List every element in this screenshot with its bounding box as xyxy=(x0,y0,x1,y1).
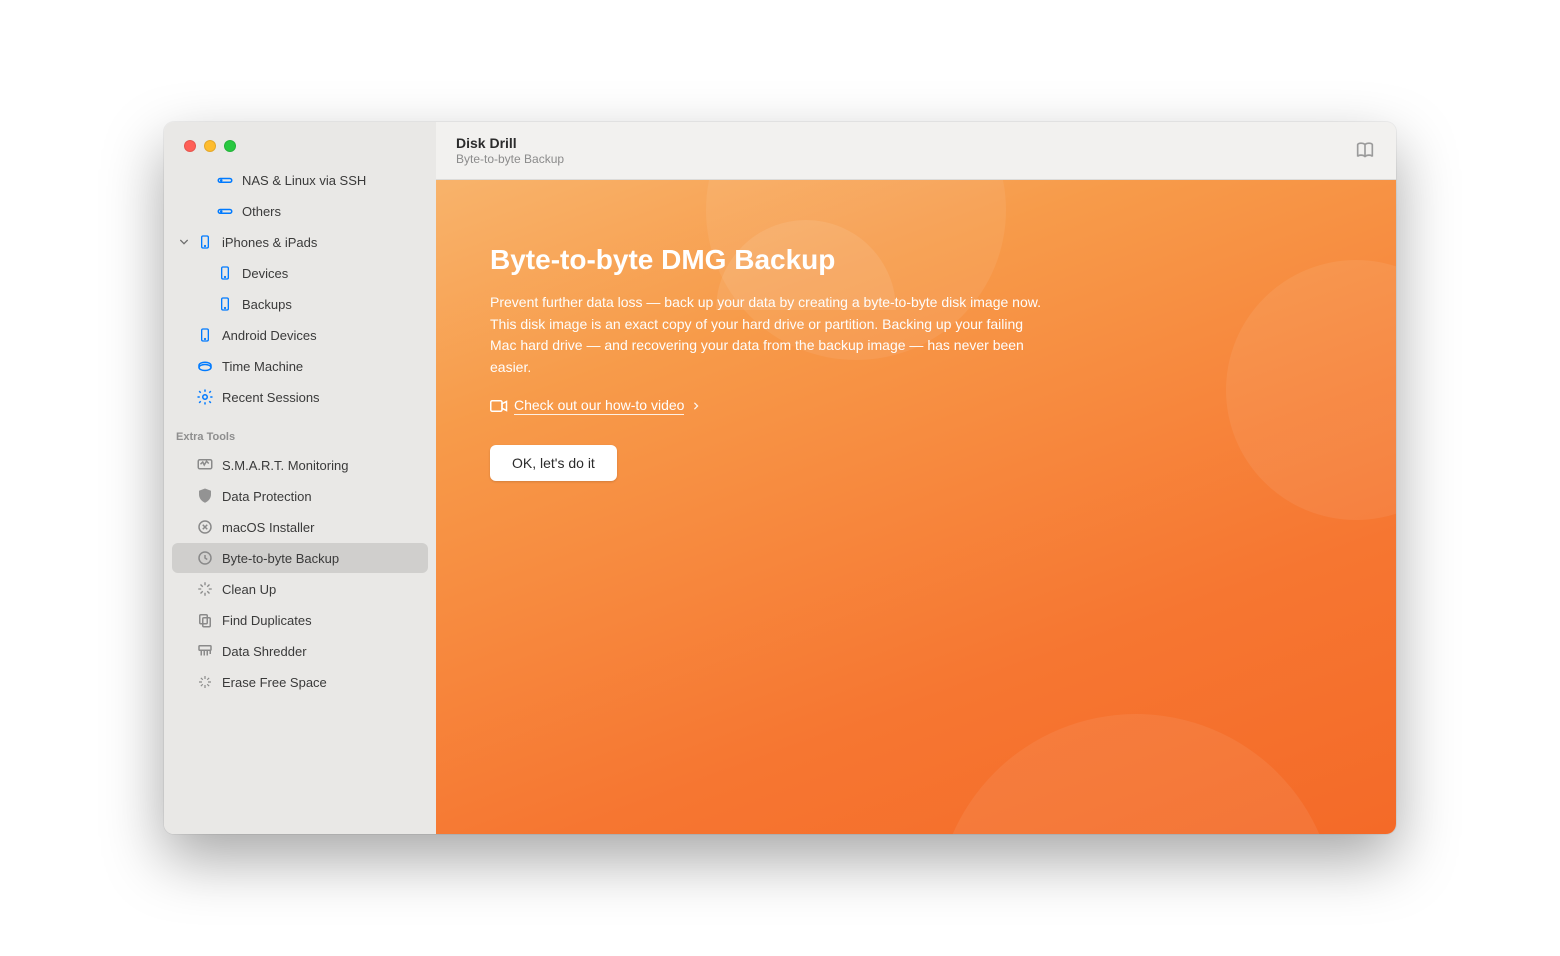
sidebar-item-label: macOS Installer xyxy=(222,520,314,535)
phone-icon xyxy=(196,326,214,344)
sidebar-item-label: NAS & Linux via SSH xyxy=(242,173,366,188)
hero-heading: Byte-to-byte DMG Backup xyxy=(490,244,1050,276)
history-icon xyxy=(196,549,214,567)
sidebar-item-label: Data Protection xyxy=(222,489,312,504)
ok-lets-do-it-button[interactable]: OK, let's do it xyxy=(490,445,617,481)
circle-x-icon xyxy=(196,518,214,536)
shield-icon xyxy=(196,487,214,505)
sidebar-item-label: Devices xyxy=(242,266,288,281)
chevron-down-icon xyxy=(179,237,189,247)
page-subtitle: Byte-to-byte Backup xyxy=(456,152,564,166)
gear-icon xyxy=(196,388,214,406)
help-book-icon[interactable] xyxy=(1354,140,1376,162)
sidebar-item-label: S.M.A.R.T. Monitoring xyxy=(222,458,348,473)
extra-smart-monitoring[interactable]: S.M.A.R.T. Monitoring xyxy=(172,450,428,480)
sidebar-item-nas-linux-ssh[interactable]: NAS & Linux via SSH xyxy=(172,165,428,195)
video-camera-icon xyxy=(490,400,506,412)
app-window: NAS & Linux via SSH Others iPhones & iPa… xyxy=(164,122,1396,834)
sidebar-item-recent-sessions[interactable]: Recent Sessions xyxy=(172,382,428,412)
main-panel: Disk Drill Byte-to-byte Backup Byte-to-b… xyxy=(436,122,1396,834)
sidebar-item-label: Clean Up xyxy=(222,582,276,597)
sidebar-item-label: Find Duplicates xyxy=(222,613,312,628)
chevron-right-icon xyxy=(692,402,700,410)
extra-find-duplicates[interactable]: Find Duplicates xyxy=(172,605,428,635)
sidebar-item-iphones-ipads[interactable]: iPhones & iPads xyxy=(172,227,428,257)
extra-erase-free-space[interactable]: Erase Free Space xyxy=(172,667,428,697)
sidebar-item-time-machine[interactable]: Time Machine xyxy=(172,351,428,381)
extra-macos-installer[interactable]: macOS Installer xyxy=(172,512,428,542)
sidebar-item-android[interactable]: Android Devices xyxy=(172,320,428,350)
sidebar-item-label: Erase Free Space xyxy=(222,675,327,690)
sparkle-icon xyxy=(196,580,214,598)
sidebar-item-label: Byte-to-byte Backup xyxy=(222,551,339,566)
sidebar-item-label: Others xyxy=(242,204,281,219)
drive-icon xyxy=(216,202,234,220)
how-to-video-link[interactable]: Check out our how-to video xyxy=(490,397,700,415)
sidebar-item-label: Recent Sessions xyxy=(222,390,320,405)
fullscreen-window-button[interactable] xyxy=(224,140,236,152)
hero-body: Prevent further data loss — back up your… xyxy=(490,292,1050,379)
extra-byte-to-byte-backup[interactable]: Byte-to-byte Backup xyxy=(172,543,428,573)
shredder-icon xyxy=(196,642,214,660)
extra-data-shredder[interactable]: Data Shredder xyxy=(172,636,428,666)
extra-clean-up[interactable]: Clean Up xyxy=(172,574,428,604)
video-link-label: Check out our how-to video xyxy=(514,397,684,415)
sidebar-section-title: Extra Tools xyxy=(164,413,436,449)
sidebar-item-backups[interactable]: Backups xyxy=(172,289,428,319)
time-machine-icon xyxy=(196,357,214,375)
sidebar-list: NAS & Linux via SSH Others iPhones & iPa… xyxy=(164,152,436,834)
minimize-window-button[interactable] xyxy=(204,140,216,152)
sidebar-item-label: Backups xyxy=(242,297,292,312)
extra-data-protection[interactable]: Data Protection xyxy=(172,481,428,511)
phone-icon xyxy=(216,264,234,282)
app-title: Disk Drill xyxy=(456,135,564,151)
sidebar: NAS & Linux via SSH Others iPhones & iPa… xyxy=(164,122,436,834)
sidebar-item-label: Data Shredder xyxy=(222,644,307,659)
close-window-button[interactable] xyxy=(184,140,196,152)
duplicate-icon xyxy=(196,611,214,629)
drive-icon xyxy=(216,171,234,189)
content-hero: Byte-to-byte DMG Backup Prevent further … xyxy=(436,180,1396,834)
monitor-icon xyxy=(196,456,214,474)
burst-icon xyxy=(196,673,214,691)
titlebar: Disk Drill Byte-to-byte Backup xyxy=(436,122,1396,180)
sidebar-item-label: Time Machine xyxy=(222,359,303,374)
phone-icon xyxy=(196,233,214,251)
sidebar-item-others[interactable]: Others xyxy=(172,196,428,226)
window-controls xyxy=(164,122,436,152)
phone-icon xyxy=(216,295,234,313)
sidebar-item-devices[interactable]: Devices xyxy=(172,258,428,288)
sidebar-item-label: iPhones & iPads xyxy=(222,235,317,250)
sidebar-item-label: Android Devices xyxy=(222,328,317,343)
